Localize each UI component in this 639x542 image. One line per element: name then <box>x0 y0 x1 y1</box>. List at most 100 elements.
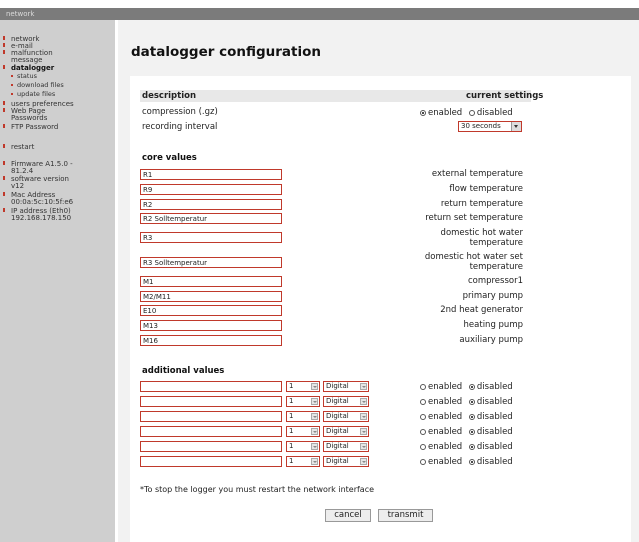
core-desc-6: domestic hot water set temperature <box>424 252 523 272</box>
compression-enabled-radio[interactable] <box>420 109 426 116</box>
sidebar-item-restart[interactable]: restart <box>3 143 34 151</box>
compression-label: compression (.gz) <box>142 107 218 117</box>
chevron-down-icon[interactable] <box>311 413 318 420</box>
recording-interval-value: 30 seconds <box>461 122 501 130</box>
core-desc-4: return set temperature <box>425 213 523 223</box>
sidebar-item-download-files[interactable]: download files <box>11 81 64 89</box>
sidebar-item-status[interactable]: status <box>11 72 37 80</box>
description-header: description <box>142 91 197 101</box>
core-field-1[interactable]: R1 <box>140 169 282 180</box>
chevron-down-icon[interactable] <box>511 122 521 131</box>
sidebar-item-software: software version v12 <box>3 175 71 190</box>
sidebar-item-ftp-password[interactable]: FTP Password <box>3 123 58 131</box>
additional-num-select-6[interactable]: 1 <box>286 456 320 467</box>
bullet-icon <box>3 176 5 180</box>
chevron-down-icon[interactable] <box>360 383 367 390</box>
additional-radio-group-3: enabled disabled <box>420 412 513 422</box>
additional-enabled-radio-6[interactable] <box>420 458 426 465</box>
core-field-9[interactable]: E10 <box>140 305 282 316</box>
additional-enabled-radio-2[interactable] <box>420 398 426 405</box>
compression-disabled-radio[interactable] <box>468 109 475 116</box>
core-field-3[interactable]: R2 <box>140 199 282 210</box>
core-field-2[interactable]: R9 <box>140 184 282 195</box>
additional-field-2[interactable] <box>140 396 282 407</box>
core-desc-11: auxiliary pump <box>459 335 523 345</box>
top-bar-title: network <box>6 10 35 18</box>
additional-num-select-3[interactable]: 1 <box>286 411 320 422</box>
chevron-down-icon[interactable] <box>311 458 318 465</box>
core-desc-9: 2nd heat generator <box>440 305 523 315</box>
core-desc-5: domestic hot water temperature <box>440 228 523 248</box>
additional-disabled-radio-3[interactable] <box>468 413 475 420</box>
bullet-icon <box>3 43 5 47</box>
sidebar-item-ip-address: IP address (Eth0) 192.168.178.150 <box>3 207 106 222</box>
additional-radio-group-4: enabled disabled <box>420 427 513 437</box>
chevron-down-icon[interactable] <box>360 428 367 435</box>
sidebar-item-update-files[interactable]: update files <box>11 90 55 98</box>
transmit-button[interactable]: transmit <box>378 509 433 522</box>
top-bar: network <box>0 8 639 20</box>
bullet-icon <box>3 50 5 54</box>
recording-interval-label: recording interval <box>142 122 218 132</box>
additional-type-select-4[interactable]: Digital <box>323 426 369 437</box>
core-desc-8: primary pump <box>462 291 523 301</box>
additional-field-1[interactable] <box>140 381 282 392</box>
chevron-down-icon[interactable] <box>360 443 367 450</box>
additional-type-select-5[interactable]: Digital <box>323 441 369 452</box>
additional-disabled-radio-4[interactable] <box>468 428 475 435</box>
core-field-6[interactable]: R3 Solltemperatur <box>140 257 282 268</box>
core-field-11[interactable]: M16 <box>140 335 282 346</box>
recording-interval-select[interactable]: 30 seconds <box>458 121 522 132</box>
compression-enabled-label: enabled <box>428 108 463 118</box>
page-title: datalogger configuration <box>131 44 321 60</box>
additional-type-select-1[interactable]: Digital <box>323 381 369 392</box>
additional-field-5[interactable] <box>140 441 282 452</box>
compression-disabled-label: disabled <box>476 108 513 118</box>
additional-field-6[interactable] <box>140 456 282 467</box>
bullet-icon <box>3 208 5 212</box>
additional-enabled-radio-5[interactable] <box>420 443 426 450</box>
sidebar-item-firmware: Firmware A1.5.0 - 81.2.4 <box>3 160 81 175</box>
additional-type-select-6[interactable]: Digital <box>323 456 369 467</box>
additional-num-select-4[interactable]: 1 <box>286 426 320 437</box>
additional-enabled-radio-4[interactable] <box>420 428 426 435</box>
additional-num-select-5[interactable]: 1 <box>286 441 320 452</box>
core-desc-7: compressor1 <box>467 276 523 286</box>
chevron-down-icon[interactable] <box>360 458 367 465</box>
bullet-icon <box>11 84 13 86</box>
additional-field-3[interactable] <box>140 411 282 422</box>
bullet-icon <box>3 192 5 196</box>
additional-num-select-1[interactable]: 1 <box>286 381 320 392</box>
bullet-icon <box>3 65 5 69</box>
additional-enabled-radio-3[interactable] <box>420 413 426 420</box>
additional-disabled-radio-6[interactable] <box>468 458 475 465</box>
sidebar-item-malfunction-message[interactable]: malfunction message <box>3 49 71 64</box>
stop-logger-note: *To stop the logger you must restart the… <box>140 485 375 494</box>
additional-enabled-radio-1[interactable] <box>420 383 426 390</box>
chevron-down-icon[interactable] <box>360 413 367 420</box>
core-field-7[interactable]: M1 <box>140 276 282 287</box>
additional-type-select-2[interactable]: Digital <box>323 396 369 407</box>
core-field-4[interactable]: R2 Solltemperatur <box>140 213 282 224</box>
additional-disabled-radio-5[interactable] <box>468 443 475 450</box>
bullet-icon <box>11 93 13 95</box>
chevron-down-icon[interactable] <box>311 383 318 390</box>
additional-num-select-2[interactable]: 1 <box>286 396 320 407</box>
additional-type-select-3[interactable]: Digital <box>323 411 369 422</box>
additional-disabled-radio-1[interactable] <box>468 383 475 390</box>
sidebar-item-web-page-passwords[interactable]: Web Page Passwords <box>3 107 71 122</box>
chevron-down-icon[interactable] <box>311 443 318 450</box>
additional-radio-group-6: enabled disabled <box>420 457 513 467</box>
chevron-down-icon[interactable] <box>311 398 318 405</box>
core-values-title: core values <box>142 153 197 163</box>
bullet-icon <box>3 144 5 148</box>
core-field-8[interactable]: M2/M11 <box>140 291 282 302</box>
additional-disabled-radio-2[interactable] <box>468 398 475 405</box>
core-field-5[interactable]: R3 <box>140 232 282 243</box>
chevron-down-icon[interactable] <box>311 428 318 435</box>
core-desc-2: flow temperature <box>449 184 523 194</box>
cancel-button[interactable]: cancel <box>325 509 371 522</box>
chevron-down-icon[interactable] <box>360 398 367 405</box>
additional-field-4[interactable] <box>140 426 282 437</box>
core-field-10[interactable]: M13 <box>140 320 282 331</box>
